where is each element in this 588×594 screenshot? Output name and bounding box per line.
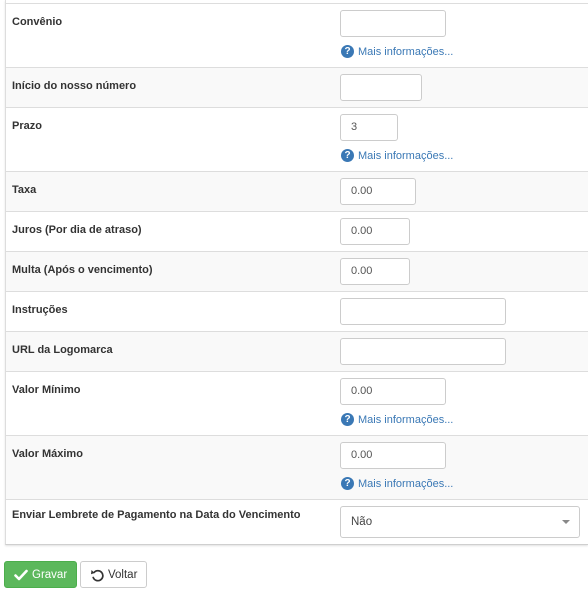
row-valor-minimo: Valor Mínimo 0.00 ? Mais informações... — [6, 371, 588, 435]
help-link-text: Mais informações... — [358, 477, 454, 490]
multa-label: Multa (Após o vencimento) — [12, 264, 153, 276]
select-value: Não — [351, 516, 373, 528]
boleto-settings-panel: Convênio ? Mais informações... Início do… — [5, 0, 588, 545]
undo-icon — [91, 569, 104, 581]
inicio-nosso-numero-input[interactable] — [340, 74, 422, 101]
valor-minimo-input[interactable]: 0.00 — [340, 378, 446, 405]
save-button[interactable]: Gravar — [4, 561, 77, 588]
back-button[interactable]: Voltar — [80, 561, 147, 588]
help-link-text: Mais informações... — [358, 413, 454, 426]
check-icon — [14, 569, 28, 580]
row-inicio-nosso-numero: Início do nosso número — [6, 67, 588, 107]
row-url-logomarca: URL da Logomarca — [6, 331, 588, 371]
prazo-help-link[interactable]: ? Mais informações... — [341, 148, 453, 163]
row-prazo: Prazo 3 ? Mais informações... — [6, 107, 588, 171]
question-circle-icon: ? — [341, 149, 354, 162]
chevron-down-icon — [562, 520, 570, 524]
help-link-text: Mais informações... — [358, 45, 454, 58]
multa-input[interactable]: 0.00 — [340, 258, 410, 285]
convenio-help-link[interactable]: ? Mais informações... — [341, 44, 453, 59]
question-circle-icon: ? — [341, 477, 354, 490]
question-circle-icon: ? — [341, 413, 354, 426]
juros-input[interactable]: 0.00 — [340, 218, 410, 245]
back-button-label: Voltar — [108, 568, 138, 581]
enviar-lembrete-label: Enviar Lembrete de Pagamento na Data do … — [12, 509, 301, 521]
juros-label: Juros (Por dia de atraso) — [12, 224, 142, 236]
prazo-label: Prazo — [12, 120, 42, 132]
convenio-label: Convênio — [12, 16, 63, 28]
save-button-label: Gravar — [32, 568, 68, 581]
help-link-text: Mais informações... — [358, 149, 454, 162]
url-logomarca-input[interactable] — [340, 338, 506, 365]
row-juros: Juros (Por dia de atraso) 0.00 — [6, 211, 588, 251]
valor-maximo-label: Valor Máximo — [12, 448, 83, 460]
instrucoes-label: Instruções — [12, 304, 68, 316]
valor-minimo-help-link[interactable]: ? Mais informações... — [341, 412, 453, 427]
taxa-label: Taxa — [12, 184, 37, 196]
prazo-input[interactable]: 3 — [340, 114, 398, 141]
row-instrucoes: Instruções — [6, 291, 588, 331]
row-multa: Multa (Após o vencimento) 0.00 — [6, 251, 588, 291]
taxa-input[interactable]: 0.00 — [340, 178, 416, 205]
valor-maximo-help-link[interactable]: ? Mais informações... — [341, 476, 453, 491]
question-circle-icon: ? — [341, 45, 354, 58]
valor-maximo-input[interactable]: 0.00 — [340, 442, 446, 469]
row-enviar-lembrete: Enviar Lembrete de Pagamento na Data do … — [6, 499, 588, 545]
row-convenio: Convênio ? Mais informações... — [6, 3, 588, 67]
instrucoes-input[interactable] — [340, 298, 506, 325]
row-valor-maximo: Valor Máximo 0.00 ? Mais informações... — [6, 435, 588, 499]
valor-minimo-label: Valor Mínimo — [12, 384, 81, 396]
enviar-lembrete-select[interactable]: Não — [340, 506, 580, 538]
convenio-input[interactable] — [340, 10, 446, 37]
row-taxa: Taxa 0.00 — [6, 171, 588, 211]
url-logomarca-label: URL da Logomarca — [12, 344, 113, 356]
inicio-nosso-numero-label: Início do nosso número — [12, 80, 137, 92]
